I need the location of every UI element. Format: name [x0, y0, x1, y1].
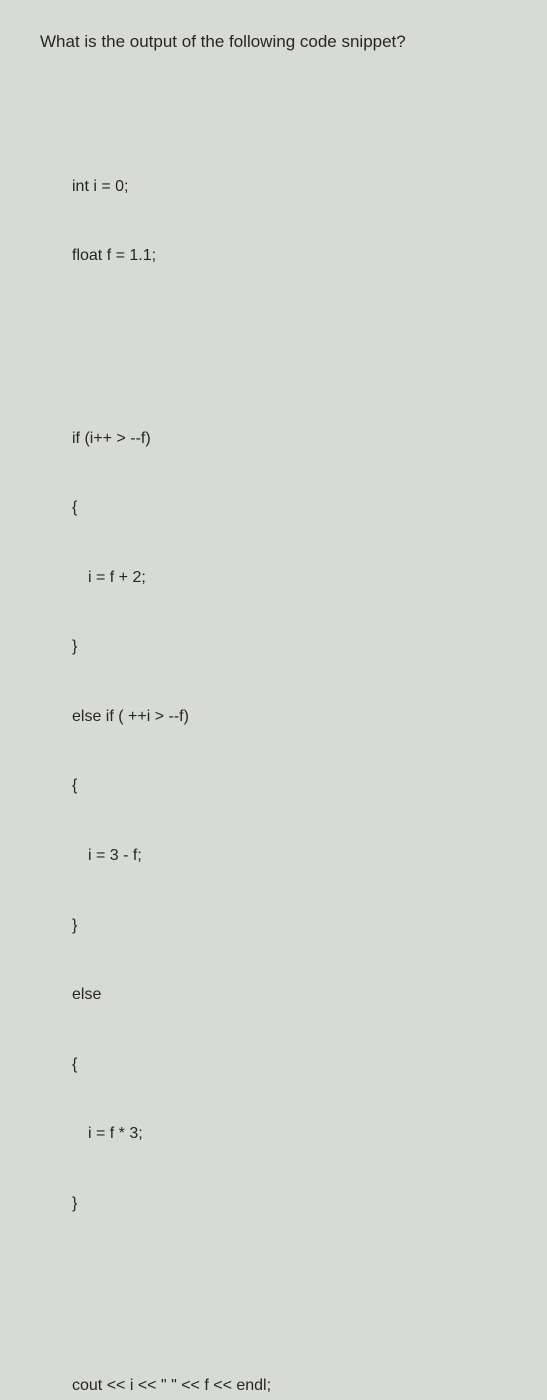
- code-line: }: [72, 914, 507, 937]
- code-line: {: [72, 1053, 507, 1076]
- code-line: i = f * 3;: [72, 1122, 507, 1145]
- question-title: What is the output of the following code…: [40, 32, 507, 52]
- code-line: if (i++ > --f): [72, 427, 507, 450]
- code-line: else: [72, 983, 507, 1006]
- code-line: int i = 0;: [72, 175, 507, 198]
- code-line: float f = 1.1;: [72, 244, 507, 267]
- code-line: {: [72, 774, 507, 797]
- code-line: else if ( ++i > --f): [72, 705, 507, 728]
- code-line: cout << i << " " << f << endl;: [72, 1374, 507, 1397]
- code-line: }: [72, 635, 507, 658]
- code-line: i = f + 2;: [72, 566, 507, 589]
- code-line: {: [72, 496, 507, 519]
- code-line: i = 3 - f;: [72, 844, 507, 867]
- code-line: }: [72, 1192, 507, 1215]
- code-snippet: int i = 0; float f = 1.1; if (i++ > --f)…: [72, 82, 507, 1400]
